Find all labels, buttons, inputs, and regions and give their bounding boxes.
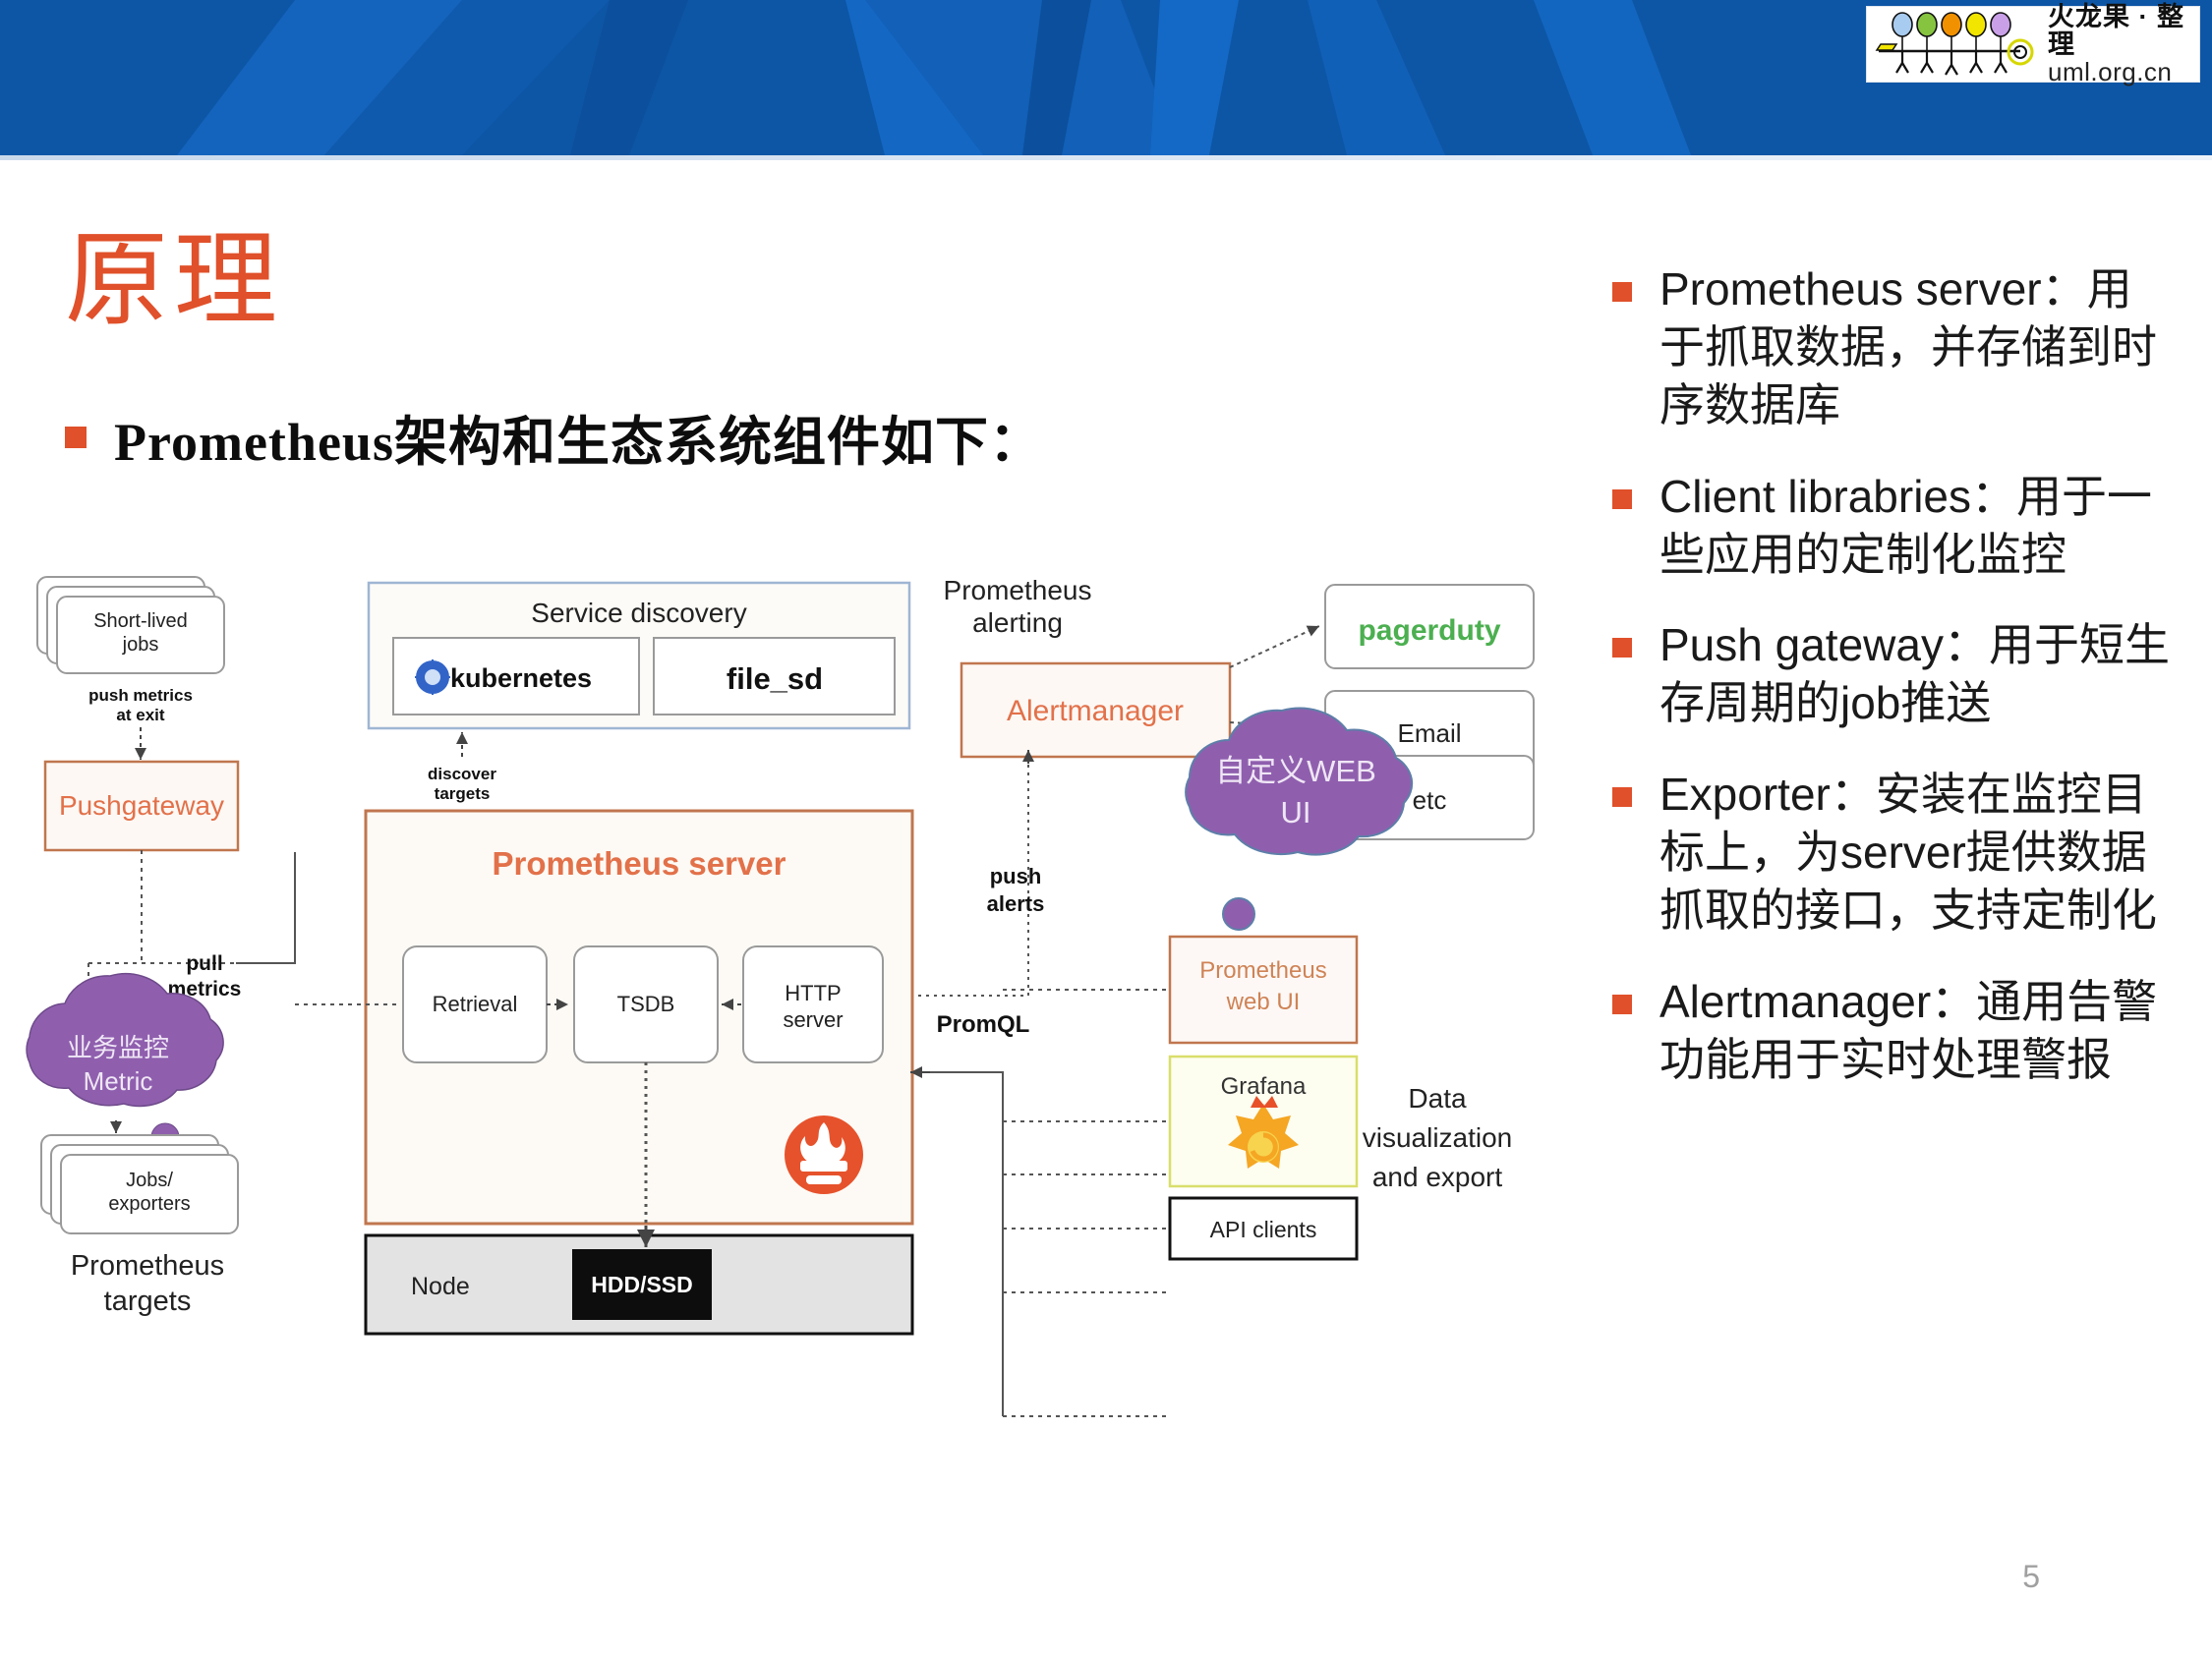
node-label: API clients xyxy=(1210,1217,1317,1242)
edge-label-line1: discover xyxy=(428,765,496,783)
node-label-line1: Jobs/ xyxy=(126,1170,173,1191)
edge-label-line1: pull xyxy=(186,952,222,975)
node-label: Node xyxy=(411,1273,470,1300)
node-label: etc xyxy=(1413,785,1447,815)
lead-bullet-row: Prometheus架构和生态系统组件如下： xyxy=(65,398,1043,476)
caption-line1: Data xyxy=(1408,1083,1467,1114)
node-label-line1: Short-lived xyxy=(93,610,188,632)
cloud-label-line2: Metric xyxy=(84,1066,153,1096)
cloud-label-line1: 自定义WEB xyxy=(1215,754,1376,788)
edge-label-line2: at exit xyxy=(116,706,164,724)
caption-line2: visualization xyxy=(1363,1122,1513,1153)
node-label-line2: exporters xyxy=(108,1193,190,1215)
edge-promql: PromQL xyxy=(910,1011,1170,1417)
edge-label-line2: alerts xyxy=(987,891,1045,916)
short-lived-jobs-node: Short-lived jobs xyxy=(36,576,225,674)
jobs-exporters-node: Jobs/ exporters xyxy=(40,1134,239,1234)
caption-line1: Prometheus xyxy=(944,575,1092,605)
node-label: Retrieval xyxy=(433,992,518,1016)
node-label: Email xyxy=(1397,718,1461,748)
prometheus-web-ui-node: Prometheus web UI xyxy=(1168,935,1359,1045)
edge-label-line1: push metrics xyxy=(88,686,193,705)
list-item: Alertmanager：通用告警功能用于实时处理警报 xyxy=(1612,973,2173,1089)
edge-label-line1: push xyxy=(990,864,1042,888)
node-label: Pushgateway xyxy=(59,790,224,821)
node-label-line1: Prometheus xyxy=(1199,957,1326,984)
prometheus-architecture-diagram: Short-lived jobs push metrics at exit Pu… xyxy=(0,565,1593,1479)
edge-push-alerts: push alerts xyxy=(914,750,1045,997)
node-label: Alertmanager xyxy=(1007,695,1184,727)
top-banner: 火龙果 · 整理 uml.org.cn xyxy=(0,0,2212,155)
group-title: Prometheus server xyxy=(493,845,786,882)
list-item: Push gateway：用于短生存周期的job推送 xyxy=(1612,616,2173,732)
bullet-square-icon xyxy=(65,426,87,448)
lead-bullet-text: Prometheus架构和生态系统组件如下： xyxy=(114,413,1043,472)
node-label: pagerduty xyxy=(1358,614,1500,647)
data-visualization-caption: Data visualization and export xyxy=(1363,1083,1513,1192)
edge-discover-targets: discover targets xyxy=(428,732,496,803)
prometheus-targets-caption: Prometheus targets xyxy=(71,1250,224,1317)
edge-label: PromQL xyxy=(937,1011,1030,1038)
caption-line1: Prometheus xyxy=(71,1250,224,1282)
node-label-line2: server xyxy=(783,1007,843,1032)
node-label: file_sd xyxy=(727,661,823,696)
edge-push-metrics: push metrics at exit xyxy=(88,686,193,760)
list-item-label: Prometheus server：用于抓取数据，并存储到时序数据库 xyxy=(1659,263,2157,430)
service-discovery-group: Service discovery kubernetes file_sd xyxy=(367,581,911,730)
cloud-label-line2: UI xyxy=(1281,795,1311,830)
storage-label: HDD/SSD xyxy=(591,1272,693,1297)
banner-underline xyxy=(0,155,2212,160)
page-number: 5 xyxy=(2022,1559,2040,1594)
caption-line2: targets xyxy=(104,1286,192,1317)
node-label-line2: jobs xyxy=(122,634,159,656)
node-label: Grafana xyxy=(1221,1073,1307,1100)
bullet-square-icon xyxy=(1612,638,1632,658)
node-label-line1: HTTP xyxy=(785,981,841,1005)
list-item-label: Exporter：安装在监控目标上，为server提供数据抓取的接口，支持定制化 xyxy=(1659,769,2157,936)
caption-line2: alerting xyxy=(972,607,1063,638)
logo-brand-text: 火龙果 · 整理 xyxy=(2048,2,2184,60)
node-label: TSDB xyxy=(617,992,675,1016)
right-bullet-list: Prometheus server：用于抓取数据，并存储到时序数据库 Clien… xyxy=(1612,260,2173,1122)
list-item-label: Push gateway：用于短生存周期的job推送 xyxy=(1659,619,2170,729)
node-storage-group: Node HDD/SSD xyxy=(364,1226,914,1336)
node-label: kubernetes xyxy=(450,663,592,693)
grafana-node: Grafana xyxy=(1168,1055,1359,1188)
bullet-square-icon xyxy=(1612,994,1632,1014)
edge-label-line2: targets xyxy=(435,784,491,803)
pushgateway-node: Pushgateway xyxy=(43,760,240,852)
bullet-square-icon xyxy=(1612,488,1632,509)
list-item-label: Alertmanager：通用告警功能用于实时处理警报 xyxy=(1659,975,2158,1085)
list-item: Prometheus server：用于抓取数据，并存储到时序数据库 xyxy=(1612,260,2173,434)
logo: 火龙果 · 整理 uml.org.cn xyxy=(1866,2,2200,86)
logo-url-text: uml.org.cn xyxy=(2048,56,2173,86)
cloud-label-line1: 业务监控 xyxy=(67,1033,169,1062)
group-title: Service discovery xyxy=(531,598,746,628)
logo-figures-icon xyxy=(1875,12,2034,76)
prometheus-logo-icon xyxy=(785,1116,863,1194)
bullet-square-icon xyxy=(1612,787,1632,808)
node-label-line2: web UI xyxy=(1226,989,1301,1015)
bullet-square-icon xyxy=(1612,282,1632,302)
list-item-label: Client librabries：用于一些应用的定制化监控 xyxy=(1659,470,2153,580)
list-item: Client librabries：用于一些应用的定制化监控 xyxy=(1612,468,2173,584)
page-title: 原理 xyxy=(65,223,284,338)
prometheus-alerting-group: Prometheus alerting Alertmanager xyxy=(944,575,1232,759)
api-clients-node: API clients xyxy=(1168,1196,1359,1261)
caption-line3: and export xyxy=(1372,1162,1503,1192)
list-item: Exporter：安装在监控目标上，为server提供数据抓取的接口，支持定制化 xyxy=(1612,766,2173,940)
prometheus-server-group: Prometheus server Retrieval TSDB HTTP se… xyxy=(295,809,914,1226)
